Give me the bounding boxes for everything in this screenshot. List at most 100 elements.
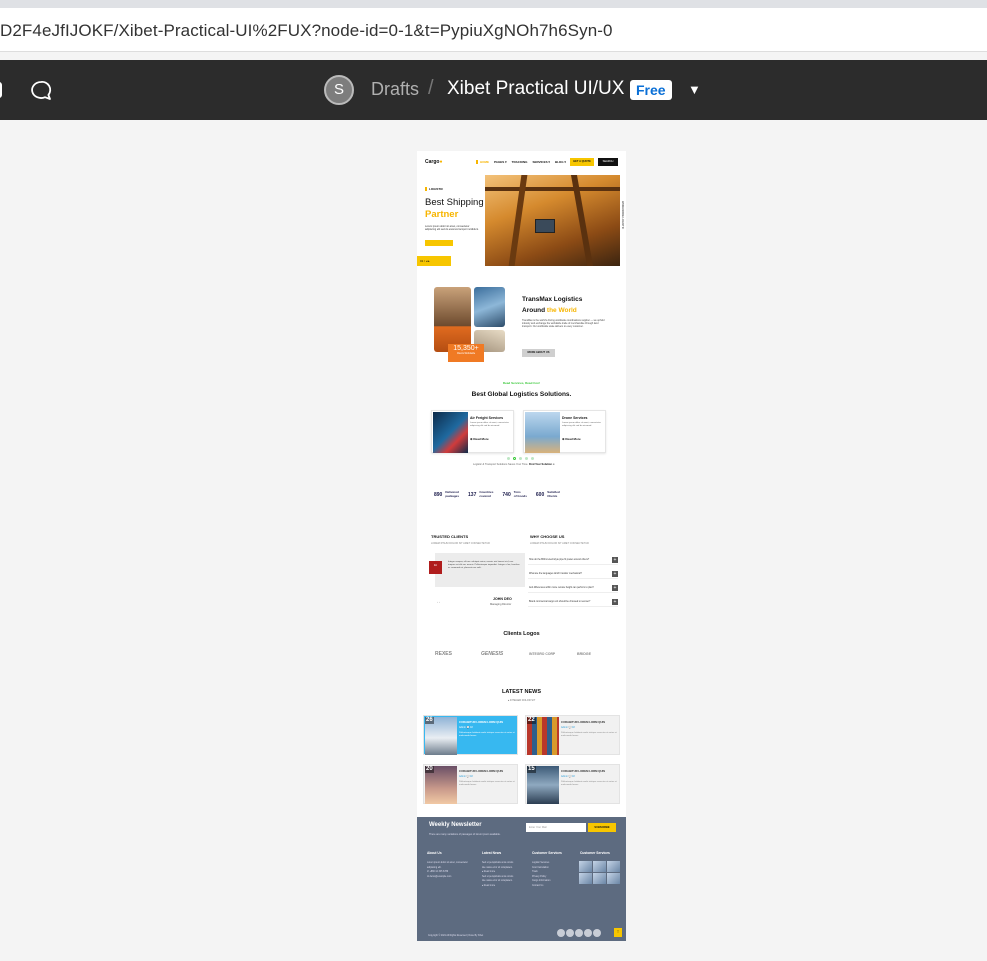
news-text: Pellentesque habitant morbi tristique se… (561, 781, 617, 786)
client-logo: INTEGRO CORP (529, 652, 556, 656)
faq-item: And differences within more remote freig… (528, 585, 618, 593)
email-field: Enter Your Mail (526, 823, 586, 832)
youtube-icon (593, 929, 601, 937)
panel-edge-icon[interactable] (0, 82, 2, 98)
footer-services: Logistic Services Cost Calculation Track Pr… (532, 862, 551, 887)
clients-title: TRUSTED CLIENTS (431, 534, 469, 539)
news-card: 20 CURABITUR LOREM LORM QUIS Admin 💬 18 … (423, 764, 518, 804)
quote-icon: “ (429, 561, 442, 574)
counters: 890 Delivered packages 137 Countries covered… (434, 490, 560, 498)
footer-gallery (579, 861, 621, 884)
newsletter-title: Weekly Newsletter (429, 822, 482, 828)
breadcrumb-drafts[interactable]: Drafts (371, 79, 419, 100)
get-quote-button: GET A QUOTE (570, 158, 594, 166)
news-text: Pellentesque habitant morbi tristique se… (459, 781, 515, 786)
counter: 740 Tons of Goods (502, 490, 527, 498)
news-text: Pellentesque habitant morbi tristique se… (561, 732, 617, 737)
carousel-dots (507, 457, 534, 460)
news-card: 22 CURABITUR LOREM LORM QUIS Admin 💬 18 … (525, 715, 620, 755)
linkedin-icon (584, 929, 592, 937)
hero-side-text: WORLDWIDE LOGISTIC (621, 201, 624, 230)
figma-toolbar: S Drafts / Xibet Practical UI/UX Free ▼ (0, 60, 987, 120)
news-date: 22 (527, 717, 536, 724)
news-meta: Admin 💬 18 (459, 726, 473, 729)
news-meta: Admin 💬 18 (561, 726, 575, 729)
hero-slider-controls: 01 / ◂ ▸ (417, 256, 451, 266)
news-date: 26 (425, 717, 434, 724)
footer-about-title: About Us (427, 851, 442, 855)
news-subtitle: ● INTEGER DOLOR SIT (507, 699, 536, 702)
copyright: Copyright © 2021 All Rights Reserved | D… (428, 935, 484, 937)
file-title[interactable]: Xibet Practical UI/UX (447, 78, 624, 100)
testimonial-box (435, 553, 525, 587)
news-date: 20 (425, 766, 434, 773)
shipping-container (535, 219, 555, 233)
chevron-down-icon[interactable]: ▼ (688, 82, 701, 97)
site-footer: Weekly Newsletter There are many variati… (417, 817, 626, 941)
nav-item: HOME (476, 160, 489, 164)
avatar[interactable]: S (324, 75, 354, 105)
site-logo: Cargo● (425, 159, 443, 165)
footer-news: Sed ut perspiciatis unde omnis iste natus… (482, 862, 514, 887)
news-meta: Admin 💬 18 (561, 775, 575, 778)
comment-icon[interactable] (29, 79, 53, 103)
footer-services-title: Customer Services (532, 851, 562, 855)
site-nav: HOME PAGES ▾ TRACKING SERVICES ▾ BLOG ▾ (476, 160, 566, 164)
plus-icon: + (612, 585, 618, 591)
service-card: Air Freight Services Lorem ipsum dolor s… (431, 410, 514, 453)
subscribe-button: SUBSCRIBE (588, 823, 616, 832)
plan-badge[interactable]: Free (630, 80, 672, 100)
air-freight-image (433, 412, 468, 453)
nav-item: PAGES ▾ (494, 160, 507, 164)
drone-image (525, 412, 560, 453)
nav-item: BLOG ▾ (554, 160, 566, 164)
logos-title: Clients Logos (503, 631, 540, 637)
design-frame[interactable]: Cargo● HOME PAGES ▾ TRACKING SERVICES ▾ … (417, 151, 626, 941)
counter: 137 Countries covered (468, 490, 494, 498)
newsletter-subtitle: There are many variations of passages of… (429, 833, 501, 836)
about-paragraph: TransMax is the world's driving worldwid… (522, 319, 605, 328)
about-title: TransMax Logistics Around the World (522, 296, 583, 314)
service-desc: Lorem ipsum dolor sit amet, consectetur … (470, 422, 509, 427)
news-card-title: CURABITUR LOREM LORM QUIS (561, 720, 606, 724)
back-to-top-button: ↑ (614, 928, 622, 937)
facebook-icon (557, 929, 565, 937)
news-card: 15 CURABITUR LOREM LORM QUIS Admin 💬 18 … (525, 764, 620, 804)
service-title: Air Freight Services (470, 416, 504, 420)
plus-icon: + (612, 599, 618, 605)
services-title: Best Global Logistics Solutions. (471, 391, 572, 398)
clients-subtitle: LOREM IPSUM DOLOR SIT AMET CONSECTETUR (431, 542, 490, 545)
url-text[interactable]: D2F4eJfIJOKF/Xibet-Practical-UI%2FUX?nod… (0, 21, 613, 41)
nav-item: TRACKING (511, 160, 528, 164)
nav-item: SERVICES ▾ (532, 160, 550, 164)
hero-tag: LOGISTIC (425, 187, 443, 191)
counter: 890 Delivered packages (434, 490, 460, 498)
plus-icon: + (612, 557, 618, 563)
services-tag: Read Services, Read Con! (502, 381, 541, 385)
more-about-button: MORE ABOUT US (522, 349, 555, 357)
client-logo: REXES (435, 651, 452, 657)
read-more-link: ⊕ Read More (562, 437, 581, 441)
footer-gallery-title: Customer Services (580, 851, 610, 855)
faq-item: How do the Bhlimt electrolyte pipe fit p… (528, 557, 618, 565)
testimonial-text: Integer semper, elit nec volutpat varius… (448, 561, 520, 569)
service-title: Drone Services (562, 416, 588, 420)
browser-url-bar[interactable]: D2F4eJfIJOKF/Xibet-Practical-UI%2FUX?nod… (0, 0, 987, 52)
search-button: SEARCH (598, 158, 618, 166)
worker-image (434, 287, 471, 352)
service-desc: Lorem ipsum dolor sit amet, consectetur … (562, 422, 601, 427)
faq-item: What are the languages which transfer me… (528, 571, 618, 579)
services-footer: Logistic & Transport Solutions Saves You… (473, 463, 555, 466)
testimonial-nav: ‹ › (437, 600, 440, 604)
news-date: 15 (527, 766, 536, 773)
twitter-icon (566, 929, 574, 937)
news-card-title: CURABITUR LOREM LORM QUIS (459, 720, 504, 724)
hero-title: Best Shipping Partner (425, 197, 484, 220)
plus-icon: + (612, 571, 618, 577)
faq-item: Brand commercial cargo unit should be ch… (528, 599, 618, 607)
why-subtitle: LOREM IPSUM DOLOR SIT AMET CONSECTETUR (530, 542, 589, 545)
client-logo: GENESIS (481, 651, 504, 657)
counter: 600 Satisfied Clients (535, 490, 560, 498)
warehouse-image (474, 287, 505, 327)
news-card: 26 CURABITUR LOREM LORM QUIS Admin 💬 18 … (423, 715, 518, 755)
